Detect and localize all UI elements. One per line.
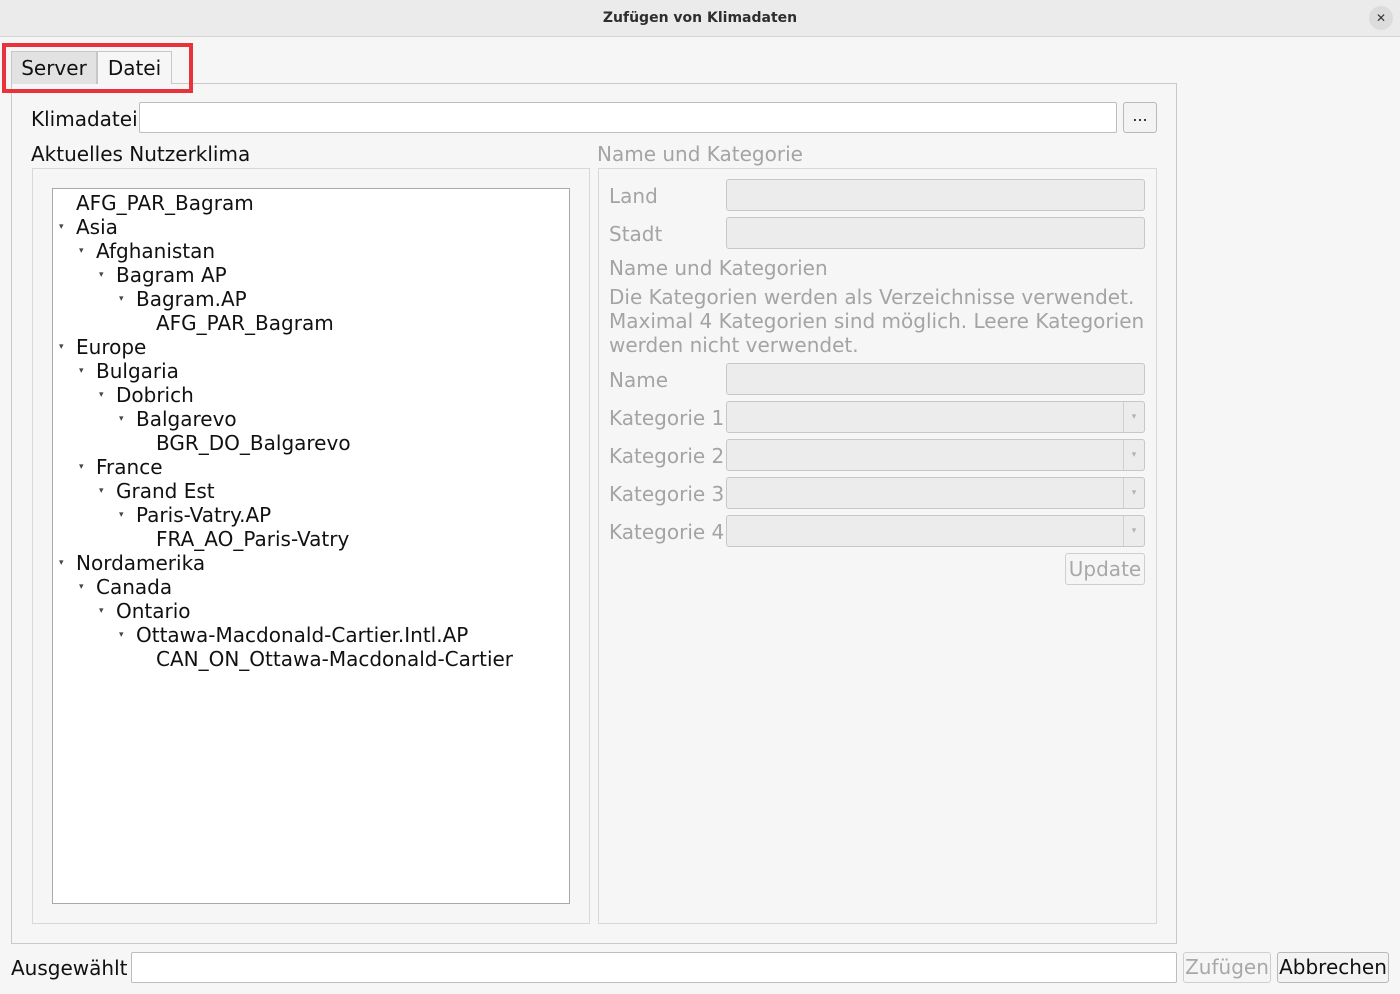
tree-item[interactable]: Bagram.AP: [136, 287, 247, 311]
add-button[interactable]: Zufügen: [1183, 952, 1271, 983]
kategorie-1-label: Kategorie 1: [609, 406, 725, 430]
chevron-down-icon[interactable]: ▾: [1123, 440, 1144, 470]
expand-arrow-icon[interactable]: ▾: [79, 359, 84, 383]
categories-section-title: Name und Kategorien: [609, 256, 828, 280]
tab-highlight-box: [2, 43, 193, 93]
expand-arrow-icon[interactable]: ▾: [99, 599, 104, 623]
name-field[interactable]: [726, 363, 1145, 395]
tree-item[interactable]: FRA_AO_Paris-Vatry: [156, 527, 349, 551]
land-field[interactable]: [726, 179, 1145, 211]
info-text-line2: Maximal 4 Kategorien sind möglich. Leere…: [609, 309, 1145, 333]
expand-arrow-icon[interactable]: ▾: [99, 263, 104, 287]
tree-item[interactable]: Bagram AP: [116, 263, 227, 287]
info-text-line3: werden nicht verwendet.: [609, 333, 859, 357]
tree-item[interactable]: Canada: [96, 575, 172, 599]
klimadatei-label: Klimadatei: [31, 107, 138, 131]
tree-item[interactable]: AFG_PAR_Bagram: [156, 311, 334, 335]
expand-arrow-icon[interactable]: ▾: [79, 239, 84, 263]
kategorie-2-combo[interactable]: ▾: [726, 439, 1145, 471]
expand-arrow-icon[interactable]: ▾: [59, 551, 64, 575]
tree-item[interactable]: Nordamerika: [76, 551, 205, 575]
tree-item[interactable]: BGR_DO_Balgarevo: [156, 431, 351, 455]
expand-arrow-icon[interactable]: ▾: [79, 455, 84, 479]
window-title: Zufügen von Klimadaten: [602, 10, 798, 26]
expand-arrow-icon[interactable]: ▾: [119, 623, 124, 647]
kategorie-3-combo[interactable]: ▾: [726, 477, 1145, 509]
expand-arrow-icon[interactable]: ▾: [59, 215, 64, 239]
expand-arrow-icon[interactable]: ▾: [119, 407, 124, 431]
tree-item[interactable]: Grand Est: [116, 479, 215, 503]
kategorie-2-label: Kategorie 2: [609, 444, 725, 468]
expand-arrow-icon[interactable]: ▾: [119, 287, 124, 311]
klimadatei-input[interactable]: [139, 102, 1117, 133]
tree-item[interactable]: Afghanistan: [96, 239, 215, 263]
browse-button[interactable]: ...: [1123, 102, 1157, 133]
tree-item[interactable]: Asia: [76, 215, 118, 239]
selected-input[interactable]: [131, 952, 1177, 983]
expand-arrow-icon[interactable]: ▾: [79, 575, 84, 599]
tree-item[interactable]: Ontario: [116, 599, 191, 623]
tree-item[interactable]: CAN_ON_Ottawa-Macdonald-Cartier: [156, 647, 513, 671]
chevron-down-icon[interactable]: ▾: [1123, 478, 1144, 508]
expand-arrow-icon[interactable]: ▾: [99, 383, 104, 407]
expand-arrow-icon[interactable]: ▾: [59, 335, 64, 359]
tree-item[interactable]: France: [96, 455, 163, 479]
tree-item[interactable]: Bulgaria: [96, 359, 179, 383]
selected-label: Ausgewählt: [11, 956, 128, 980]
land-label: Land: [609, 184, 658, 208]
update-button[interactable]: Update: [1065, 553, 1145, 585]
tree-header: Aktuelles Nutzerklima: [31, 142, 251, 166]
kategorie-3-label: Kategorie 3: [609, 482, 725, 506]
chevron-down-icon[interactable]: ▾: [1123, 516, 1144, 546]
tree-item[interactable]: Balgarevo: [136, 407, 237, 431]
expand-arrow-icon[interactable]: ▾: [119, 503, 124, 527]
tree-item[interactable]: Europe: [76, 335, 146, 359]
close-icon[interactable]: ✕: [1369, 6, 1393, 30]
tree-item[interactable]: Dobrich: [116, 383, 194, 407]
stadt-label: Stadt: [609, 222, 663, 246]
climate-tree[interactable]: AFG_PAR_Bagram ▾ Asia ▾ Afghanistan ▾ Bagram A…: [52, 188, 570, 904]
name-label: Name: [609, 368, 669, 392]
tree-item[interactable]: AFG_PAR_Bagram: [76, 191, 254, 215]
expand-arrow-icon[interactable]: ▾: [99, 479, 104, 503]
kategorie-4-label: Kategorie 4: [609, 520, 725, 544]
tree-item[interactable]: Ottawa-Macdonald-Cartier.Intl.AP: [136, 623, 468, 647]
tree-item[interactable]: Paris-Vatry.AP: [136, 503, 271, 527]
info-text-line1: Die Kategorien werden als Verzeichnisse …: [609, 285, 1135, 309]
details-group-title: Name und Kategorie: [597, 142, 803, 166]
chevron-down-icon[interactable]: ▾: [1123, 402, 1144, 432]
kategorie-4-combo[interactable]: ▾: [726, 515, 1145, 547]
cancel-button[interactable]: Abbrechen: [1277, 952, 1389, 983]
kategorie-1-combo[interactable]: ▾: [726, 401, 1145, 433]
stadt-field[interactable]: [726, 217, 1145, 249]
